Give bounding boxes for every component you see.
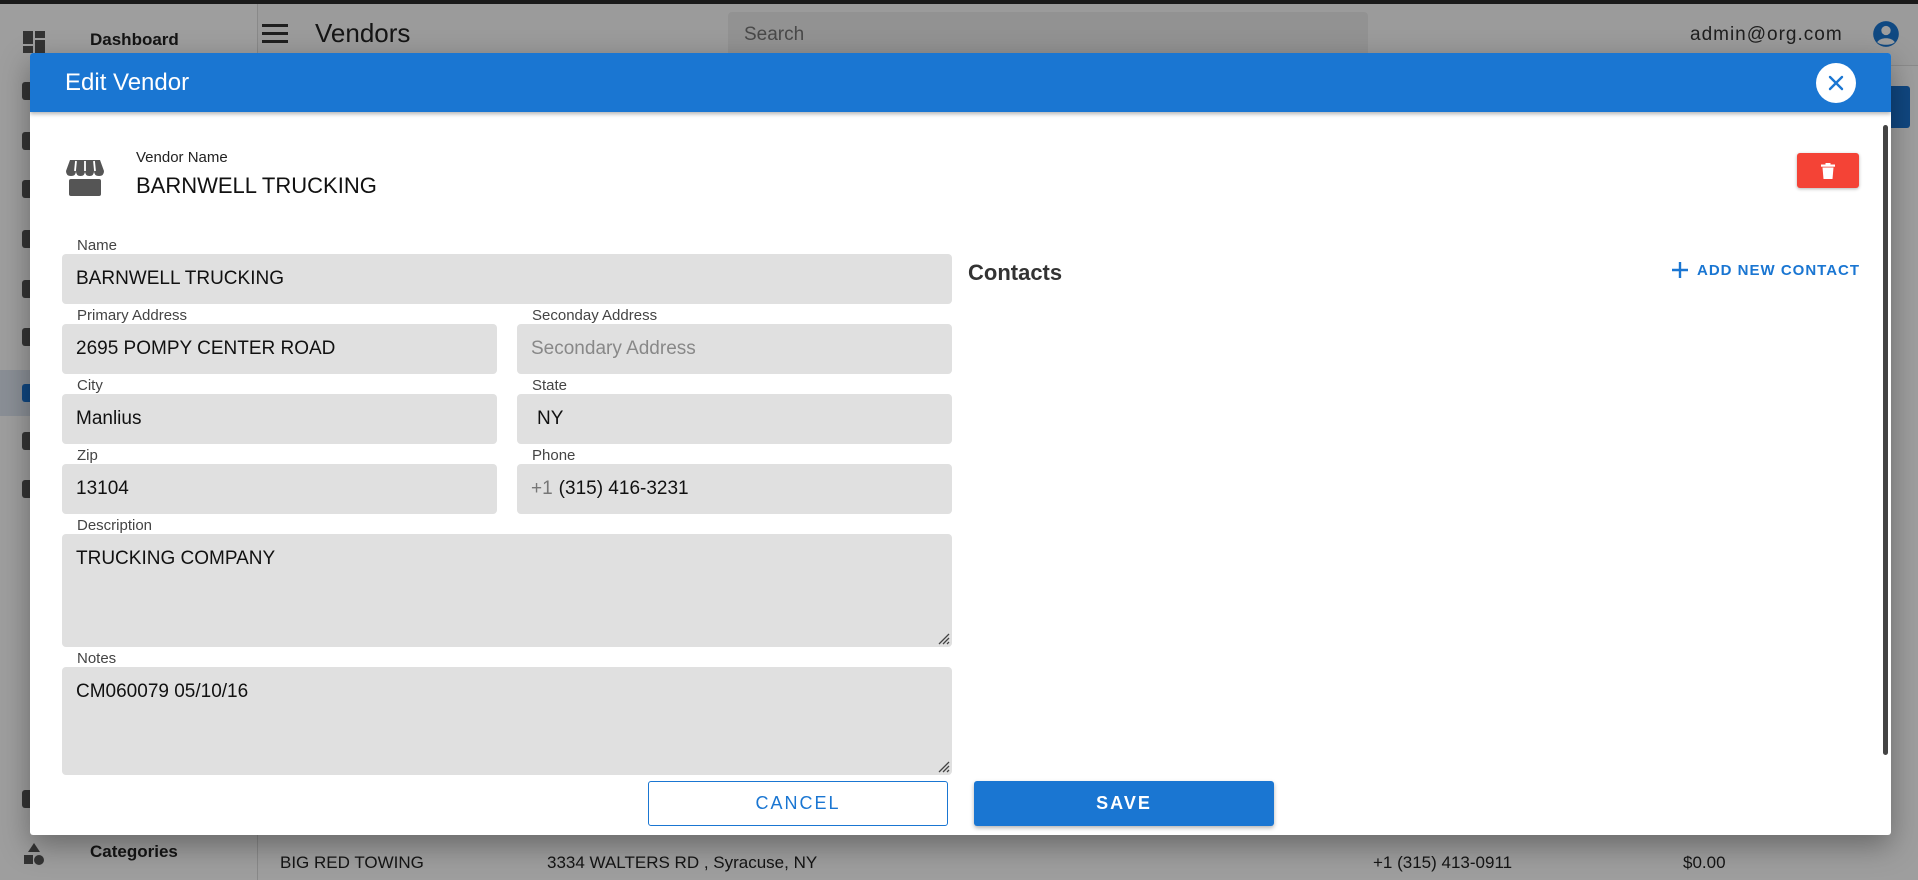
add-new-contact-label: ADD NEW CONTACT bbox=[1697, 261, 1861, 279]
city-label: City bbox=[77, 377, 103, 394]
dialog-title: Edit Vendor bbox=[65, 69, 190, 96]
secondary-address-placeholder: Secondary Address bbox=[531, 338, 696, 359]
close-icon bbox=[1828, 75, 1844, 91]
phone-country-prefix: +1 bbox=[531, 478, 553, 499]
state-input[interactable]: NY bbox=[517, 394, 952, 444]
plus-icon bbox=[1672, 262, 1688, 278]
vendor-name-label: Vendor Name bbox=[136, 149, 228, 166]
resize-handle-icon[interactable] bbox=[936, 631, 950, 645]
edit-vendor-dialog: Edit Vendor Vendor Name BARNWELL TRUCKIN… bbox=[30, 53, 1891, 835]
primary-address-label: Primary Address bbox=[77, 307, 188, 324]
cancel-button[interactable]: CANCEL bbox=[648, 781, 948, 826]
notes-label: Notes bbox=[77, 650, 117, 667]
phone-label: Phone bbox=[532, 447, 576, 464]
city-value: Manlius bbox=[76, 408, 142, 429]
vendor-name-value: BARNWELL TRUCKING bbox=[136, 173, 377, 198]
description-textarea[interactable]: TRUCKING COMPANY bbox=[62, 534, 952, 647]
phone-input[interactable]: +1 (315) 416-3231 bbox=[517, 464, 952, 514]
contacts-heading: Contacts bbox=[968, 260, 1063, 285]
close-button[interactable] bbox=[1816, 63, 1856, 103]
description-label: Description bbox=[77, 517, 153, 534]
phone-value: (315) 416-3231 bbox=[558, 478, 689, 499]
notes-value: CM060079 05/10/16 bbox=[76, 681, 249, 702]
primary-address-value: 2695 POMPY CENTER ROAD bbox=[76, 338, 336, 359]
save-button[interactable]: SAVE bbox=[974, 781, 1274, 826]
resize-handle-icon[interactable] bbox=[936, 759, 950, 773]
delete-button[interactable] bbox=[1797, 153, 1859, 188]
primary-address-input[interactable]: 2695 POMPY CENTER ROAD bbox=[62, 324, 497, 374]
state-value: NY bbox=[537, 408, 564, 429]
zip-label: Zip bbox=[77, 447, 98, 464]
store-icon bbox=[66, 160, 104, 196]
trash-icon bbox=[1821, 162, 1835, 179]
city-input[interactable]: Manlius bbox=[62, 394, 497, 444]
add-new-contact-button[interactable]: ADD NEW CONTACT bbox=[1670, 260, 1860, 280]
name-label: Name bbox=[77, 237, 118, 254]
dialog-header: Edit Vendor bbox=[30, 53, 1891, 112]
description-value: TRUCKING COMPANY bbox=[76, 548, 276, 569]
name-input[interactable]: BARNWELL TRUCKING bbox=[62, 254, 952, 304]
zip-value: 13104 bbox=[76, 478, 129, 499]
dialog-scrollbar[interactable] bbox=[1883, 125, 1888, 755]
secondary-address-label: Seconday Address bbox=[532, 307, 658, 324]
zip-input[interactable]: 13104 bbox=[62, 464, 497, 514]
notes-textarea[interactable]: CM060079 05/10/16 bbox=[62, 667, 952, 775]
secondary-address-input[interactable]: Secondary Address bbox=[517, 324, 952, 374]
name-value: BARNWELL TRUCKING bbox=[76, 268, 284, 289]
state-label: State bbox=[532, 377, 568, 394]
